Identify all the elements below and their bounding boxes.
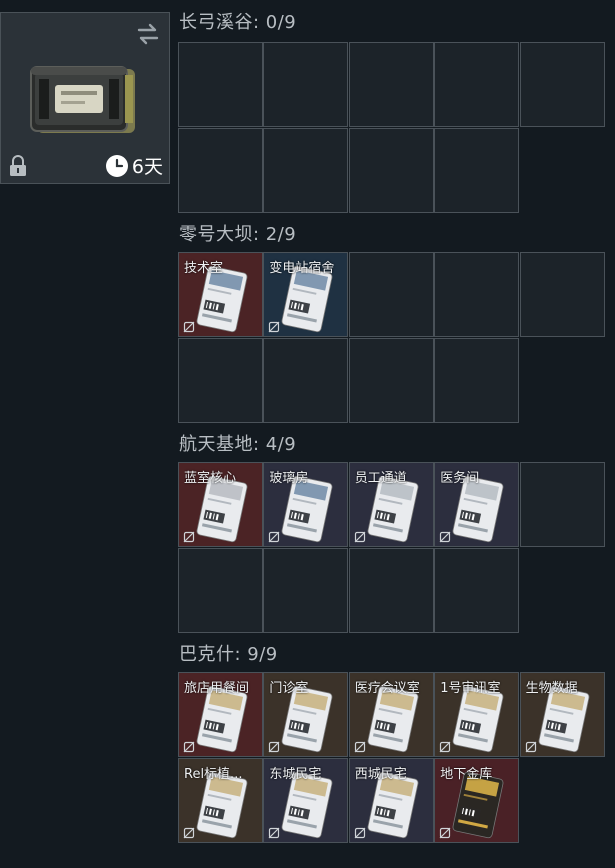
empty-slot [434,42,520,127]
unbound-icon [439,531,451,543]
keycard-case-item[interactable]: 6天 [0,12,170,184]
keycard-label: 东城民宅 [269,766,322,782]
unbound-icon [354,531,366,543]
unbound-icon [439,827,451,838]
lock-icon [10,155,26,176]
section-title: 零号大坝: 2/9 [179,224,297,245]
keycard-label: 地下金库 [440,766,493,782]
keycard-label: 员工通道 [354,471,407,486]
unbound-icon [354,827,366,838]
keycard-label: 生物数据 [525,681,578,696]
keycard-slot[interactable]: 1号审讯室 [434,672,520,757]
keycard-grid [178,42,606,214]
keycard-slot[interactable]: 员工通道 [348,462,434,547]
empty-slot [348,42,434,127]
unbound-icon [525,741,537,753]
empty-slot [519,42,605,127]
keycard-grid: 旅店用餐间 门诊室 医疗会议室 1号审讯室 生物数据 Rel标植... 东城民宅… [178,672,606,844]
keycard-label: 1号审讯室 [440,681,501,696]
unbound-icon [268,827,280,838]
keycard-slot[interactable]: 地下金库 [434,757,520,843]
section-title: 巴克什: 9/9 [179,644,278,665]
unbound-icon [354,741,366,753]
keycard-label: Rel标植... [184,766,243,782]
empty-slot [348,127,434,213]
empty-slot [178,127,263,213]
keycard-slot[interactable]: 变电站宿舍 [263,252,349,337]
keycard-slot[interactable]: 东城民宅 [263,757,349,843]
empty-slot [263,547,349,633]
empty-slot [178,337,263,423]
unbound-icon [268,531,280,543]
unbound-icon [183,321,195,333]
keycard-slot[interactable]: 玻璃房 [263,462,349,547]
empty-slot [519,462,605,547]
keycard-label: 西城民宅 [354,766,407,782]
keycard-slot[interactable]: 医疗会议室 [348,672,434,757]
keycard-slot[interactable]: 旅店用餐间 [178,672,263,757]
timer: 6天 [105,152,163,179]
empty-slot [348,252,434,337]
section-title: 长弓溪谷: 0/9 [179,12,297,33]
keycard-slot[interactable]: 西城民宅 [348,757,434,843]
empty-slot [434,337,520,423]
empty-slot [178,42,263,127]
empty-slot [348,337,434,423]
timer-value: 6天 [131,156,163,178]
unbound-icon [183,531,195,543]
keycard-label: 医疗会议室 [354,681,420,696]
keycard-label: 技术室 [184,261,224,276]
unbound-icon [439,741,451,753]
keycard-slot[interactable]: 生物数据 [519,672,605,757]
empty-slot [434,547,520,633]
empty-slot [348,547,434,633]
keycard-label: 旅店用餐间 [184,681,250,696]
unbound-icon [183,741,195,753]
unbound-icon [268,741,280,753]
keycard-slot[interactable]: 门诊室 [263,672,349,757]
keycard-slot[interactable]: 医务间 [434,462,520,547]
swap-arrows-icon[interactable] [135,21,161,47]
empty-slot [263,42,349,127]
clock-icon [105,154,128,177]
unbound-icon [183,827,195,838]
empty-slot [263,127,349,213]
keycard-slot[interactable]: 技术室 [178,252,263,337]
empty-slot [519,252,605,337]
keycard-label: 玻璃房 [269,471,309,486]
keycard-label: 变电站宿舍 [269,261,335,276]
empty-slot [263,337,349,423]
keycard-label: 门诊室 [269,681,309,696]
keycard-grid: 蓝室核心 玻璃房 员工通道 医务间 [178,462,606,634]
keycard-label: 蓝室核心 [184,471,237,486]
empty-slot [434,127,520,213]
keycard-grid: 技术室 变电站宿舍 [178,252,606,424]
section-title: 航天基地: 4/9 [179,434,297,455]
empty-slot [434,252,520,337]
keycard-slot[interactable]: Rel标植... [178,757,263,843]
keycard-label: 医务间 [440,471,480,486]
unbound-icon [268,321,280,333]
keycard-case-icon [30,66,135,133]
empty-slot [178,547,263,633]
keycard-slot[interactable]: 蓝室核心 [178,462,263,547]
